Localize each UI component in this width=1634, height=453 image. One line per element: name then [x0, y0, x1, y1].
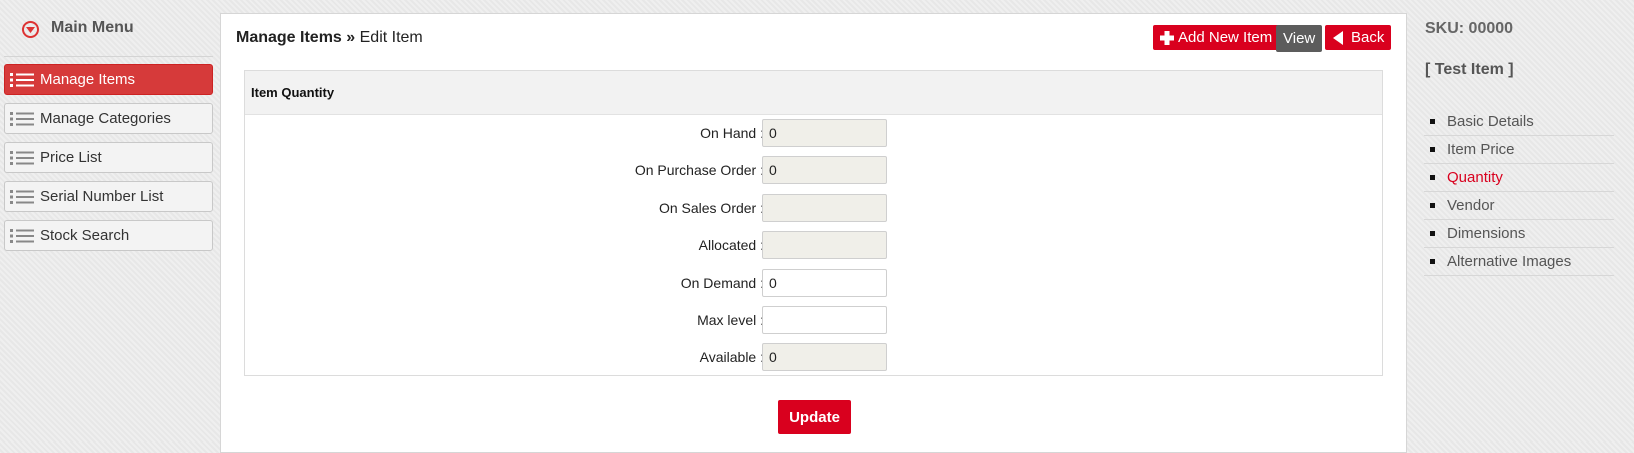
section-link-item-price[interactable]: Item Price: [1424, 136, 1614, 164]
square-bullet-icon: [1430, 175, 1435, 180]
field-label: On Demand :: [680, 275, 764, 291]
field-row-on-sales-order: On Sales Order :: [245, 194, 1382, 222]
item-quantity-title: Item Quantity: [245, 71, 1382, 115]
field-label: Max level :: [697, 312, 764, 328]
field-label: On Hand :: [700, 125, 764, 141]
item-section-nav: Basic Details Item Price Quantity Vendor…: [1424, 108, 1614, 276]
back-label: Back: [1351, 29, 1385, 46]
field-row-on-purchase-order: On Purchase Order :: [245, 156, 1382, 184]
section-link-dimensions[interactable]: Dimensions: [1424, 220, 1614, 248]
back-button[interactable]: Back: [1325, 25, 1392, 50]
field-row-max-level: Max level :: [245, 306, 1382, 334]
field-row-on-hand: On Hand :: [245, 119, 1382, 147]
nav-item-price-list[interactable]: Price List: [4, 142, 213, 173]
item-sku: SKU: 00000: [1425, 20, 1514, 37]
field-row-on-demand: On Demand :: [245, 269, 1382, 297]
triangle-left-icon: [1333, 30, 1343, 45]
nav-item-stock-search[interactable]: Stock Search: [4, 220, 213, 251]
field-label: On Sales Order :: [658, 200, 764, 216]
breadcrumb-separator: »: [346, 29, 356, 46]
list-icon: [10, 72, 34, 87]
field-label: Available :: [699, 349, 764, 365]
chevron-down-circle-icon[interactable]: [22, 21, 39, 38]
main-menu-title: Main Menu: [51, 19, 134, 36]
breadcrumb-page: Edit Item: [359, 29, 423, 46]
available-field[interactable]: [762, 343, 887, 371]
section-link-label: Vendor: [1447, 197, 1495, 214]
section-link-quantity[interactable]: Quantity: [1424, 164, 1614, 192]
view-label: View: [1283, 30, 1316, 47]
view-button[interactable]: View: [1276, 25, 1323, 52]
section-link-label: Alternative Images: [1447, 253, 1572, 270]
section-link-label: Item Price: [1447, 141, 1515, 158]
max-level-field[interactable]: [762, 306, 887, 334]
field-label: On Purchase Order :: [634, 162, 764, 178]
nav-item-serial-number-list[interactable]: Serial Number List: [4, 181, 213, 212]
nav-item-label: Manage Items: [40, 71, 136, 88]
square-bullet-icon: [1430, 231, 1435, 236]
plus-icon: [1160, 30, 1174, 45]
allocated-field[interactable]: [762, 231, 887, 259]
square-bullet-icon: [1430, 203, 1435, 208]
section-link-label: Dimensions: [1447, 225, 1526, 242]
nav-item-manage-items[interactable]: Manage Items: [4, 64, 213, 95]
on-hand-field[interactable]: [762, 119, 887, 147]
nav-item-label: Price List: [40, 149, 102, 166]
main-menu-header[interactable]: Main Menu: [4, 0, 213, 57]
nav-item-label: Serial Number List: [40, 188, 164, 205]
field-row-allocated: Allocated :: [245, 231, 1382, 259]
breadcrumb-section[interactable]: Manage Items: [236, 29, 342, 46]
square-bullet-icon: [1430, 147, 1435, 152]
item-name: [ Test Item ]: [1425, 61, 1514, 78]
add-new-item-button[interactable]: Add New Item: [1153, 25, 1280, 50]
section-link-alternative-images[interactable]: Alternative Images: [1424, 248, 1614, 276]
item-quantity-panel: Item Quantity On Hand : On Purchase Orde…: [244, 70, 1383, 376]
nav-item-label: Manage Categories: [40, 110, 171, 127]
on-sales-order-field[interactable]: [762, 194, 887, 222]
square-bullet-icon: [1430, 119, 1435, 124]
nav-item-manage-categories[interactable]: Manage Categories: [4, 103, 213, 134]
section-link-vendor[interactable]: Vendor: [1424, 192, 1614, 220]
field-row-available: Available :: [245, 343, 1382, 371]
list-icon: [10, 111, 34, 126]
on-purchase-order-field[interactable]: [762, 156, 887, 184]
edit-item-panel: Manage Items » Edit Item Add New Item Vi…: [220, 13, 1407, 453]
section-link-label: Basic Details: [1447, 113, 1534, 130]
main-menu-sidebar: Main Menu Manage Items Manage Categories…: [4, 0, 213, 259]
list-icon: [10, 150, 34, 165]
nav-item-label: Stock Search: [40, 227, 130, 244]
section-link-label: Quantity: [1447, 169, 1503, 186]
breadcrumb: Manage Items » Edit Item: [236, 29, 423, 47]
update-button[interactable]: Update: [778, 400, 851, 434]
square-bullet-icon: [1430, 259, 1435, 264]
list-icon: [10, 189, 34, 204]
field-label: Allocated :: [698, 237, 764, 253]
section-link-basic-details[interactable]: Basic Details: [1424, 108, 1614, 136]
on-demand-field[interactable]: [762, 269, 887, 297]
list-icon: [10, 228, 34, 243]
add-new-item-label: Add New Item: [1178, 29, 1273, 46]
